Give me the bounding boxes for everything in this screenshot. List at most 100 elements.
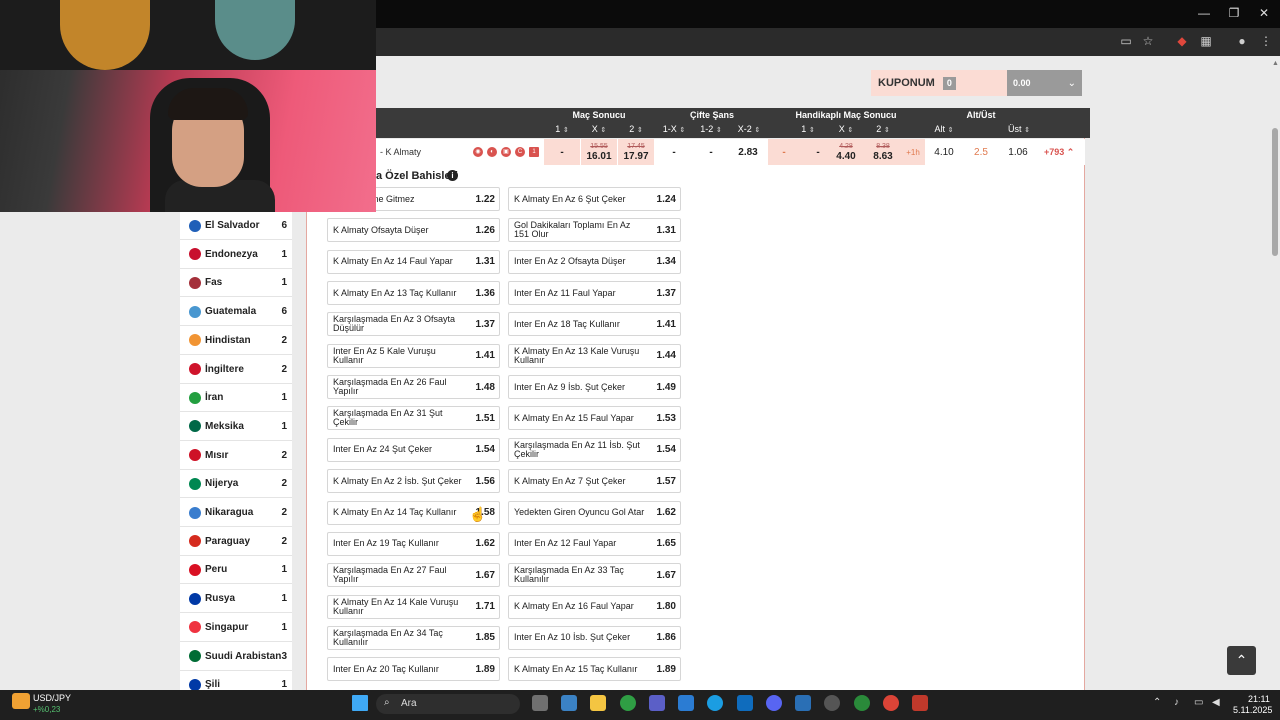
app-icon[interactable]: [795, 695, 811, 711]
bet-option[interactable]: Inter En Az 10 İsb. Şut Çeker 1.86: [508, 625, 681, 650]
odd-h-x[interactable]: 4.28 4.40: [827, 139, 865, 165]
app-icon[interactable]: [912, 695, 928, 711]
bet-option[interactable]: Inter En Az 2 Ofsayta Düşer 1.34: [508, 249, 681, 274]
odd-ms-2[interactable]: 17.45 17.97: [618, 139, 654, 165]
file-explorer-icon[interactable]: [590, 695, 606, 711]
close-button[interactable]: ✕: [1254, 6, 1274, 20]
bet-option[interactable]: K Almaty En Az 15 Taç Kullanır 1.89: [508, 657, 681, 682]
live-icon[interactable]: ◐: [487, 147, 497, 157]
comment-icon[interactable]: C: [515, 147, 525, 157]
coupon-amount-box[interactable]: 0.00 ⌄: [1007, 70, 1082, 96]
odd-cs-x2[interactable]: 2.83: [730, 139, 766, 165]
country-item[interactable]: El Salvador 6: [180, 212, 292, 240]
odd-ms-x[interactable]: 15.55 16.01: [581, 139, 617, 165]
tray-chevron-icon[interactable]: ⌃: [1153, 697, 1161, 708]
taskview-icon[interactable]: [532, 695, 548, 711]
bet-option[interactable]: Karşılaşmada En Az 33 Taç Kullanılır 1.67: [508, 563, 681, 588]
country-item[interactable]: Suudi Arabistan 3: [180, 643, 292, 671]
bet-option[interactable]: Inter En Az 19 Taç Kullanır 1.62: [327, 531, 500, 556]
edge-icon[interactable]: [707, 695, 723, 711]
scroll-up-icon[interactable]: ▲: [1272, 60, 1279, 67]
country-item[interactable]: Endonezya 1: [180, 241, 292, 269]
clock-date[interactable]: 5.11.2025: [1233, 705, 1272, 715]
steam-icon[interactable]: [824, 695, 840, 711]
browser-menu-icon[interactable]: ⋮: [1258, 34, 1274, 48]
bet-option[interactable]: Inter En Az 20 Taç Kullanır 1.89: [327, 657, 500, 682]
sort-cs-x2[interactable]: X-2 ⇕: [736, 124, 762, 134]
country-item[interactable]: Singapur 1: [180, 614, 292, 642]
minimize-button[interactable]: —: [1194, 6, 1214, 20]
bet-option[interactable]: Inter En Az 5 Kale Vuruşu Kullanır 1.41: [327, 343, 500, 368]
country-item[interactable]: Paraguay 2: [180, 528, 292, 556]
sort-cs-1x[interactable]: 1-X ⇕: [661, 124, 687, 134]
sort-cs-12[interactable]: 1-2 ⇕: [698, 124, 724, 134]
bet-option[interactable]: K Almaty En Az 6 Şut Çeker 1.24: [508, 187, 681, 211]
bet-option[interactable]: K Almaty En Az 13 Kale Vuruşu Kullanır 1.…: [508, 343, 681, 368]
sort-hms-x[interactable]: X ⇕: [836, 124, 856, 134]
country-item[interactable]: İran 1: [180, 384, 292, 413]
bet-option[interactable]: Yedekten Giren Oyuncu Gol Atar 1.62: [508, 500, 681, 525]
bet-option[interactable]: K Almaty En Az 2 İsb. Şut Çeker 1.56: [327, 469, 500, 494]
bet-option[interactable]: K Almaty Ofsayta Düşer 1.26: [327, 218, 500, 243]
odd-ust[interactable]: 1.06: [1000, 139, 1036, 165]
bet-option[interactable]: K Almaty En Az 14 Faul Yapar 1.31: [327, 249, 500, 274]
bet-option[interactable]: K Almaty En Az 15 Faul Yapar 1.53: [508, 406, 681, 431]
country-item[interactable]: Hindistan 2: [180, 327, 292, 355]
bet-option[interactable]: Inter En Az 24 Şut Çeker 1.54: [327, 437, 500, 462]
volume-icon[interactable]: ◀: [1212, 697, 1220, 708]
bet-option[interactable]: Karşılaşmada En Az 27 Faul Yapılır 1.67: [327, 563, 500, 588]
extensions-puzzle-icon[interactable]: ▦: [1198, 34, 1214, 48]
sort-ms-x[interactable]: X ⇕: [589, 124, 609, 134]
more-markets-button[interactable]: +793 ⌃: [1044, 147, 1074, 158]
profile-avatar-icon[interactable]: ●: [1234, 34, 1250, 48]
taskbar-search-input[interactable]: [376, 694, 520, 714]
bet-option[interactable]: Inter En Az 9 İsb. Şut Çeker 1.49: [508, 375, 681, 400]
bet-option[interactable]: Inter En Az 18 Taç Kullanır 1.41: [508, 312, 681, 337]
notepad-icon[interactable]: [678, 695, 694, 711]
sort-ms-1[interactable]: 1 ⇕: [552, 124, 572, 134]
stats-icon[interactable]: ◉: [473, 147, 483, 157]
odd-cs-12[interactable]: -: [693, 139, 729, 165]
discord-icon[interactable]: [766, 695, 782, 711]
tv-icon[interactable]: ▣: [501, 147, 511, 157]
outlook-icon[interactable]: [737, 695, 753, 711]
bet-option[interactable]: Karşılaşmada En Az 34 Taç Kullanılır 1.85: [327, 625, 500, 650]
bet-option[interactable]: K Almaty En Az 7 Şut Çeker 1.57: [508, 469, 681, 494]
odd-alt[interactable]: 4.10: [926, 139, 962, 165]
coupon-header[interactable]: KUPONUM 0: [871, 70, 1007, 96]
clock-time[interactable]: 21:11: [1248, 694, 1270, 704]
chrome-icon[interactable]: [883, 695, 899, 711]
chrome-icon[interactable]: [620, 695, 636, 711]
country-item[interactable]: Meksika 1: [180, 413, 292, 441]
country-item[interactable]: Fas 1: [180, 269, 292, 298]
sort-alt[interactable]: Alt ⇕: [931, 124, 957, 134]
odd-h-2[interactable]: 8.38 8.63: [865, 139, 901, 165]
bet-option[interactable]: Karşılaşmada En Az 3 Ofsayta Düşülür 1.37: [327, 312, 500, 337]
bet-option[interactable]: K Almaty En Az 16 Faul Yapar 1.80: [508, 594, 681, 619]
chevron-down-icon[interactable]: ⌄: [1068, 78, 1076, 89]
info-badge-icon[interactable]: 1: [529, 147, 539, 157]
teams-icon[interactable]: [649, 695, 665, 711]
odd-cs-1x[interactable]: -: [656, 139, 692, 165]
bookmark-star-icon[interactable]: ☆: [1140, 34, 1156, 48]
stock-widget-title[interactable]: USD/JPY: [33, 693, 71, 703]
country-item[interactable]: Guatemala 6: [180, 298, 292, 327]
country-item[interactable]: İngiltere 2: [180, 356, 292, 384]
country-item[interactable]: Nijerya 2: [180, 470, 292, 499]
country-item[interactable]: Nikaragua 2: [180, 499, 292, 527]
match-name[interactable]: - K Almaty: [380, 147, 421, 157]
back-to-top-button[interactable]: ⌃: [1227, 646, 1256, 675]
bet-option[interactable]: Karşılaşmada En Az 26 Faul Yapılır 1.48: [327, 375, 500, 400]
sort-hms-2[interactable]: 2 ⇕: [873, 124, 893, 134]
store-icon[interactable]: [561, 695, 577, 711]
sort-hms-1[interactable]: 1 ⇕: [798, 124, 818, 134]
country-item[interactable]: Peru 1: [180, 556, 292, 585]
stock-widget-icon[interactable]: [12, 693, 30, 709]
bet-option[interactable]: K Almaty En Az 14 Kale Vuruşu Kullanır 1.…: [327, 594, 500, 619]
scrollbar-thumb[interactable]: [1272, 128, 1278, 256]
bet-option[interactable]: Inter En Az 11 Faul Yapar 1.37: [508, 281, 681, 306]
microphone-icon[interactable]: ♪: [1174, 697, 1179, 708]
info-icon[interactable]: i: [447, 170, 458, 181]
maximize-button[interactable]: ❐: [1224, 6, 1244, 20]
sort-ms-2[interactable]: 2 ⇕: [626, 124, 646, 134]
